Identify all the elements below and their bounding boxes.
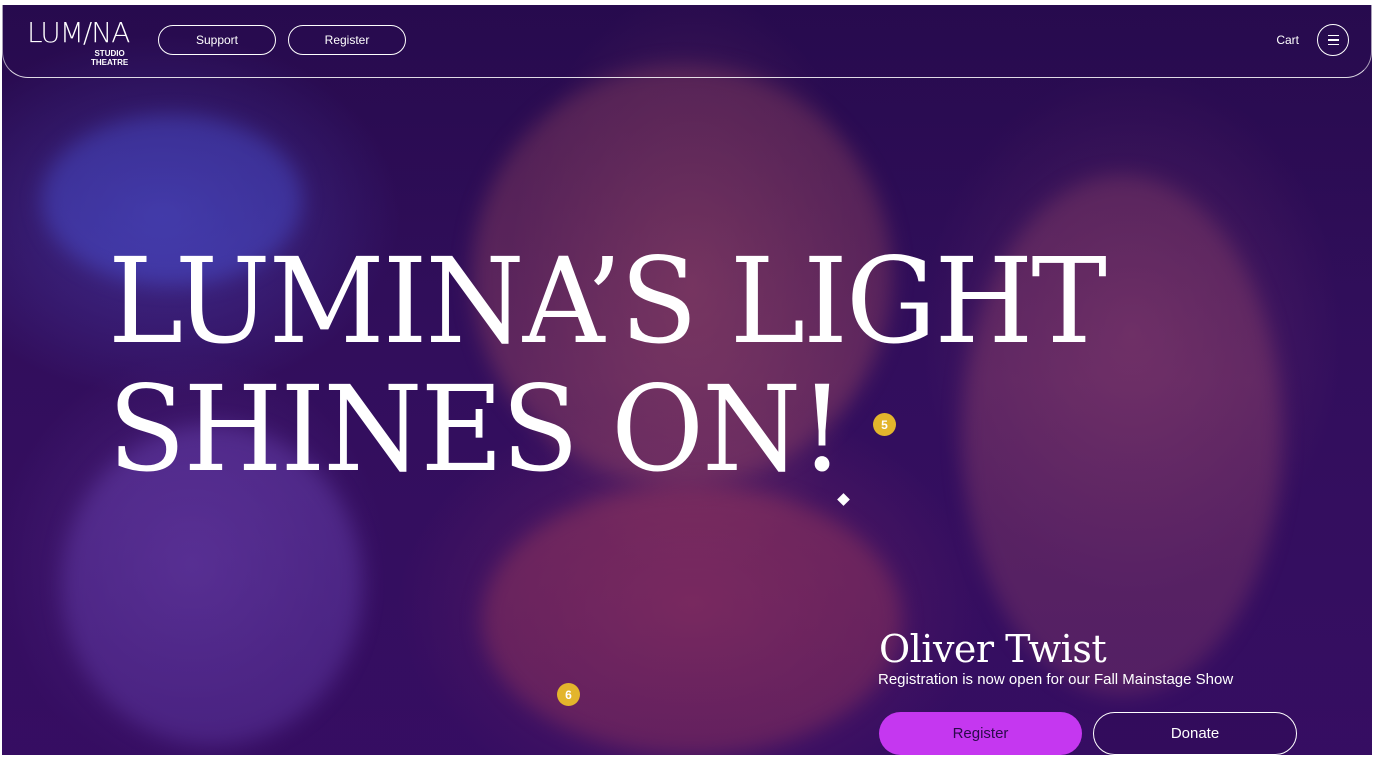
hero-headline: LUMINA’S LIGHT SHINES ON!	[108, 232, 1107, 498]
logo-wordmark: LUM/NA	[27, 16, 130, 49]
support-button[interactable]: Support	[158, 25, 276, 55]
menu-button[interactable]	[1317, 24, 1349, 56]
hero-section: LUM/NA STUDIO THEATRE Support Register C…	[2, 5, 1372, 755]
logo-sub-theatre: THEATRE	[91, 58, 129, 67]
headline-line-1: LUMINA’S LIGHT	[108, 232, 1107, 370]
show-title: Oliver Twist	[879, 627, 1107, 671]
nav-register-button[interactable]: Register	[288, 25, 406, 55]
top-navigation: LUM/NA STUDIO THEATRE Support Register C…	[2, 5, 1372, 78]
lumina-logo[interactable]: LUM/NA STUDIO THEATRE	[27, 16, 130, 68]
hamburger-icon-line	[1327, 39, 1339, 41]
donate-button[interactable]: Donate	[1093, 712, 1297, 755]
hamburger-icon-line	[1327, 43, 1339, 45]
logo-subtitle: STUDIO THEATRE	[91, 49, 128, 67]
headline-line-2: SHINES ON!	[108, 360, 845, 498]
register-button[interactable]: Register	[879, 712, 1082, 755]
show-subtitle: Registration is now open for our Fall Ma…	[878, 671, 1234, 688]
cart-link[interactable]: Cart	[1276, 33, 1299, 47]
annotation-marker-5: 5	[873, 413, 896, 436]
hamburger-icon	[1327, 35, 1339, 37]
annotation-marker-6: 6	[557, 683, 580, 706]
logo-sub-studio: STUDIO	[94, 49, 125, 58]
